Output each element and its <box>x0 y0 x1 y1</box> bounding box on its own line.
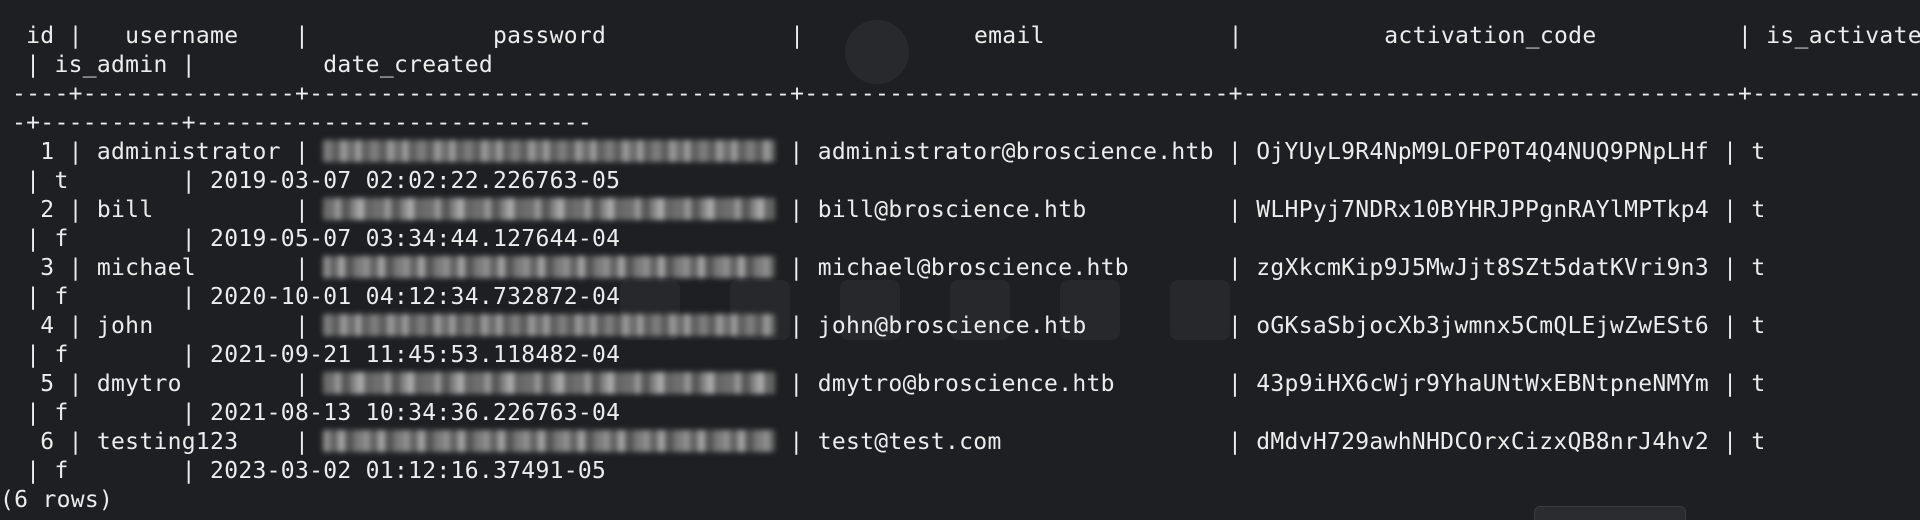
table-header-line-2: | is_admin | date_created <box>12 52 494 78</box>
row-suffix: | dmytro@broscience.htb | 43p9iHX6cWjr9Y… <box>775 371 1766 397</box>
table-row-continuation: | t | 2019-03-07 02:02:22.226763-05 <box>12 168 621 194</box>
query-output[interactable]: id | username | password | email | activ… <box>0 22 1920 515</box>
redacted-password-icon <box>323 429 776 452</box>
terminal-window[interactable]: id | username | password | email | activ… <box>0 0 1920 520</box>
row-suffix: | michael@broscience.htb | zgXkcmKip9J5M… <box>775 255 1766 281</box>
table-separator-line-1: ----+---------------+-------------------… <box>12 81 1920 107</box>
table-row-continuation: | f | 2019-05-07 03:34:44.127644-04 <box>12 226 621 252</box>
row-prefix: 1 | administrator | <box>12 139 324 165</box>
redacted-password-icon <box>323 371 776 394</box>
row-prefix: 3 | michael | <box>12 255 324 281</box>
row-prefix: 6 | testing123 | <box>12 429 324 455</box>
corner-tooltip-box <box>1534 506 1686 520</box>
table-row-continuation: | f | 2020-10-01 04:12:34.732872-04 <box>12 284 621 310</box>
table-header-line-1: id | username | password | email | activ… <box>12 23 1920 49</box>
row-suffix: | john@broscience.htb | oGKsaSbjocXb3jwm… <box>775 313 1766 339</box>
redacted-password-icon <box>323 139 776 162</box>
row-suffix: | administrator@broscience.htb | OjYUyL9… <box>775 139 1766 165</box>
row-prefix: 5 | dmytro | <box>12 371 324 397</box>
table-row-continuation: | f | 2021-09-21 11:45:53.118482-04 <box>12 342 621 368</box>
table-row: 1 | administrator | | administrator@bros… <box>12 138 1920 167</box>
table-separator-line-2: -+----------+---------------------------… <box>12 110 593 136</box>
table-row: 4 | john | | john@broscience.htb | oGKsa… <box>12 312 1920 341</box>
table-row-continuation: | f | 2023-03-02 01:12:16.37491-05 <box>12 458 607 484</box>
redacted-password-icon <box>323 255 776 278</box>
row-prefix: 4 | john | <box>12 313 324 339</box>
redacted-password-icon <box>323 313 776 336</box>
row-prefix: 2 | bill | <box>12 197 324 223</box>
table-row-continuation: | f | 2021-08-13 10:34:36.226763-04 <box>12 400 621 426</box>
row-suffix: | test@test.com | dMdvH729awhNHDCOrxCizx… <box>775 429 1766 455</box>
table-row: 5 | dmytro | | dmytro@broscience.htb | 4… <box>12 370 1920 399</box>
table-row: 6 | testing123 | | test@test.com | dMdvH… <box>12 428 1920 457</box>
redacted-password-icon <box>323 197 776 220</box>
table-row: 3 | michael | | michael@broscience.htb |… <box>12 254 1920 283</box>
table-row: 2 | bill | | bill@broscience.htb | WLHPy… <box>12 196 1920 225</box>
row-suffix: | bill@broscience.htb | WLHPyj7NDRx10BYH… <box>775 197 1766 223</box>
